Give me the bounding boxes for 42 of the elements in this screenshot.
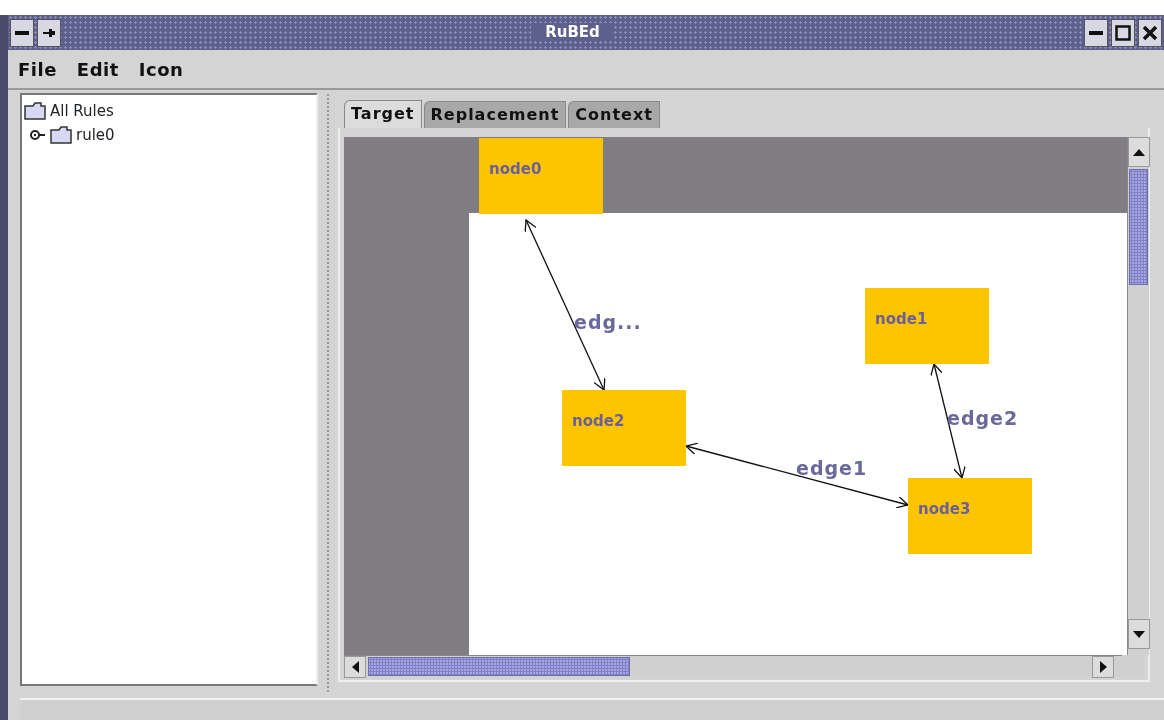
- edge-label: edg...: [574, 311, 642, 333]
- horizontal-scrollbar[interactable]: [344, 655, 1123, 677]
- folder-icon: [24, 102, 46, 120]
- tab[interactable]: Context: [568, 101, 660, 128]
- graph-node[interactable]: node1: [865, 288, 989, 364]
- left-arrow-icon: [351, 661, 359, 673]
- window-menu-button[interactable]: [10, 18, 34, 47]
- close-button[interactable]: [1138, 18, 1162, 47]
- tree-item-label[interactable]: All Rules: [50, 99, 114, 123]
- menu-item[interactable]: Icon: [130, 55, 192, 83]
- menu-item[interactable]: Edit: [68, 55, 127, 83]
- tab[interactable]: Target: [344, 100, 422, 128]
- minimize-icon: [1089, 30, 1103, 35]
- scroll-right-button[interactable]: [1092, 656, 1115, 678]
- menu-item[interactable]: File: [10, 55, 65, 83]
- scroll-thumb[interactable]: [368, 657, 630, 676]
- scroll-up-button[interactable]: [1128, 137, 1150, 167]
- graph-node[interactable]: node2: [562, 390, 686, 466]
- folder-icon: [50, 126, 72, 144]
- graph-node[interactable]: node0: [479, 138, 603, 214]
- pin-icon: [43, 27, 55, 38]
- tab[interactable]: Replacement: [423, 101, 567, 128]
- graph-node[interactable]: node3: [908, 478, 1032, 554]
- scroll-down-button[interactable]: [1128, 619, 1150, 649]
- maximize-icon: [1115, 24, 1131, 41]
- minimize-button[interactable]: [1084, 18, 1108, 47]
- down-arrow-icon: [1133, 630, 1145, 638]
- tree-item-label[interactable]: rule0: [76, 123, 115, 147]
- up-arrow-icon: [1133, 148, 1145, 156]
- scroll-left-button[interactable]: [344, 656, 366, 678]
- edge-arrow[interactable]: [685, 442, 909, 509]
- expand-handle-icon[interactable]: [30, 129, 46, 141]
- right-arrow-icon: [1099, 661, 1107, 673]
- window-title: RuBEd: [531, 23, 614, 42]
- vertical-scrollbar[interactable]: [1127, 137, 1149, 655]
- scroll-thumb[interactable]: [1129, 169, 1148, 285]
- pin-button[interactable]: [37, 18, 61, 47]
- edge-label: edge2: [947, 407, 1019, 429]
- edge-label: edge1: [796, 457, 868, 479]
- dash-icon: [15, 30, 29, 35]
- maximize-button[interactable]: [1111, 18, 1135, 47]
- close-icon: [1142, 24, 1158, 41]
